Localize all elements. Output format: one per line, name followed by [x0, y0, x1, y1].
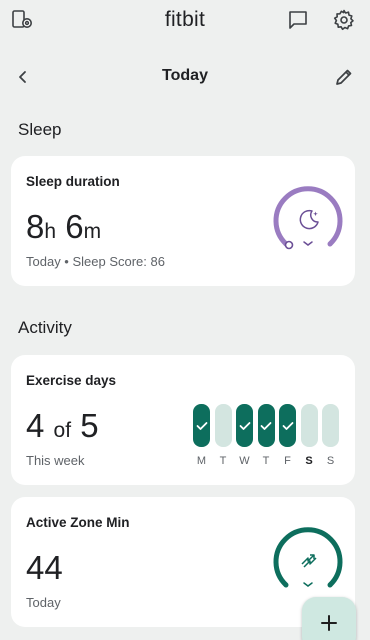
- card-title: Active Zone Min: [26, 515, 130, 530]
- add-button[interactable]: [302, 597, 356, 640]
- day-label: S: [305, 455, 313, 467]
- section-title-activity: Activity: [18, 318, 72, 337]
- day-label: F: [284, 455, 291, 467]
- top-app-bar: fitbit: [0, 0, 370, 40]
- check-icon: [239, 421, 250, 430]
- card-title: Sleep duration: [26, 174, 120, 189]
- day-label: S: [326, 455, 335, 467]
- day-bar: [300, 404, 318, 447]
- day-bar: [193, 404, 210, 447]
- sleep-duration-card[interactable]: Sleep duration 8h 6m Today • Sleep Score…: [11, 156, 355, 286]
- zone-arrows-icon: [301, 554, 317, 568]
- sleep-minutes: 6: [65, 208, 84, 245]
- check-icon: [260, 421, 272, 430]
- sleep-subtitle: Today • Sleep Score: 86: [26, 254, 165, 269]
- day-bar: [322, 404, 339, 447]
- exercise-of: of: [53, 419, 72, 442]
- day-label: M: [196, 455, 207, 467]
- pencil-icon[interactable]: [332, 65, 356, 89]
- azm-value: 44: [26, 549, 63, 586]
- check-icon: [282, 421, 293, 430]
- exercise-days-card[interactable]: Exercise days 4 of 5 This week MTWTFSS: [11, 355, 355, 485]
- sleep-minutes-unit: m: [83, 220, 102, 243]
- check-icon: [196, 421, 207, 430]
- day-label: T: [262, 455, 270, 467]
- day-label: T: [219, 455, 227, 467]
- azm-subtitle: Today: [26, 595, 61, 610]
- card-title: Exercise days: [26, 373, 117, 388]
- moon-icon: [299, 209, 319, 230]
- day-bar: [236, 404, 253, 447]
- chat-icon[interactable]: [286, 8, 310, 32]
- date-navigation-bar: Today: [0, 58, 370, 96]
- check-small-icon: [303, 582, 313, 587]
- sleep-hours: 8: [26, 208, 45, 245]
- date-title[interactable]: Today: [0, 67, 370, 85]
- weekly-exercise-chart: MTWTFSS: [193, 404, 343, 474]
- day-bar: [257, 404, 275, 447]
- sleep-duration-value: 8h 6m: [26, 208, 101, 246]
- app-title: fitbit: [164, 8, 206, 31]
- exercise-count: 4: [26, 407, 45, 444]
- section-title-sleep: Sleep: [18, 120, 62, 139]
- exercise-goal: 5: [80, 407, 99, 444]
- azm-progress-ring: [273, 527, 343, 588]
- exercise-days-value: 4 of 5: [26, 407, 99, 445]
- sleep-hours-unit: h: [44, 220, 57, 243]
- exercise-subtitle: This week: [26, 453, 85, 468]
- day-bar: [279, 404, 296, 447]
- day-label: W: [239, 455, 250, 467]
- plus-icon: [321, 615, 337, 631]
- day-bar: [214, 404, 232, 447]
- check-small-icon: [303, 241, 313, 246]
- gear-icon[interactable]: [332, 8, 356, 32]
- sleep-progress-ring: [273, 186, 343, 250]
